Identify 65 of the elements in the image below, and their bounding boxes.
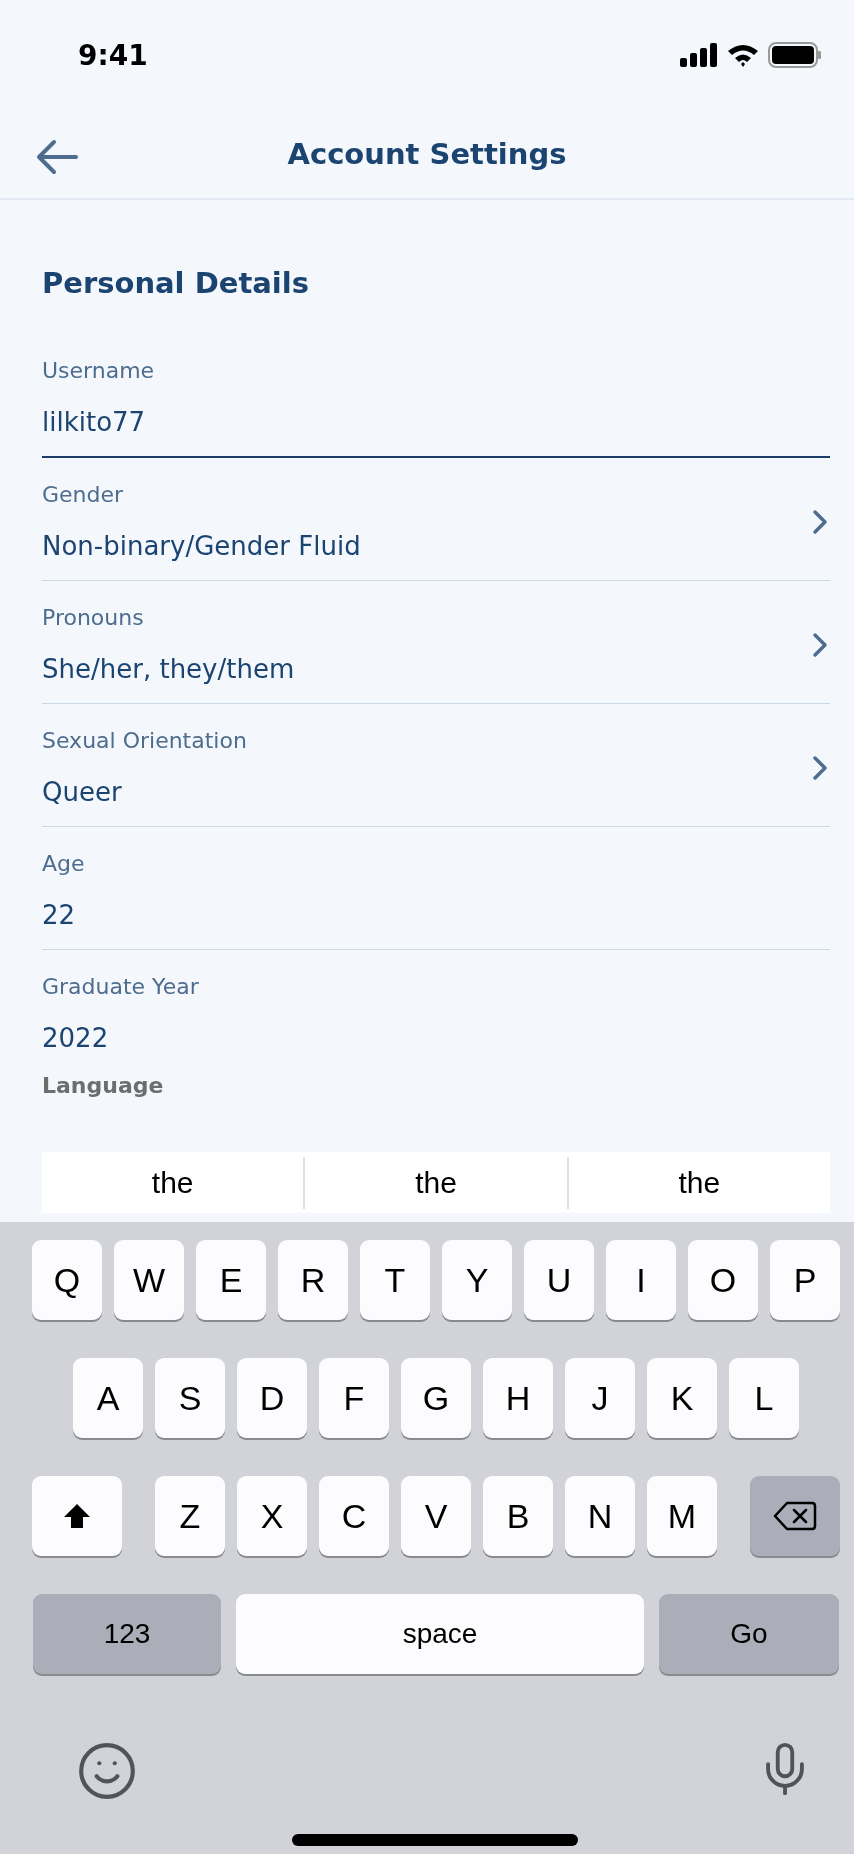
key[interactable]: I xyxy=(606,1240,676,1320)
key[interactable]: D xyxy=(237,1358,307,1438)
key[interactable]: F xyxy=(319,1358,389,1438)
key[interactable]: X xyxy=(237,1476,307,1556)
field-value: lilkito77 xyxy=(42,407,146,437)
section-title: Personal Details xyxy=(42,266,309,300)
field-label: Sexual Orientation xyxy=(42,728,247,753)
numbers-key[interactable]: 123 xyxy=(33,1594,221,1674)
field-value: 22 xyxy=(42,900,76,930)
chevron-right-icon xyxy=(812,508,828,535)
chevron-right-icon xyxy=(812,754,828,781)
key[interactable]: V xyxy=(401,1476,471,1556)
field-label: Username xyxy=(42,358,155,383)
key[interactable]: C xyxy=(319,1476,389,1556)
battery-icon xyxy=(768,42,822,68)
key[interactable]: H xyxy=(483,1358,553,1438)
wifi-icon xyxy=(726,42,760,68)
key[interactable]: M xyxy=(647,1476,717,1556)
field-value: 2022 xyxy=(42,1023,109,1053)
field-label: Graduate Year xyxy=(42,974,199,999)
key[interactable]: Z xyxy=(155,1476,225,1556)
shift-arrow-icon xyxy=(62,1501,92,1531)
settings-row[interactable]: Username lilkito77 xyxy=(42,334,830,458)
key[interactable]: O xyxy=(688,1240,758,1320)
shift-key[interactable] xyxy=(32,1476,122,1556)
key[interactable]: L xyxy=(729,1358,799,1438)
settings-row[interactable]: Graduate Year 2022 xyxy=(42,950,830,1073)
field-label: Language xyxy=(42,1073,164,1098)
status-time: 9:41 xyxy=(78,38,148,72)
field-value: Non-binary/Gender Fluid xyxy=(42,531,361,561)
key[interactable]: R xyxy=(278,1240,348,1320)
screen-title: Account Settings xyxy=(287,137,567,171)
key[interactable]: N xyxy=(565,1476,635,1556)
key[interactable]: Q xyxy=(32,1240,102,1320)
space-key[interactable]: space xyxy=(236,1594,644,1674)
emoji-icon[interactable] xyxy=(76,1740,138,1802)
key[interactable]: E xyxy=(196,1240,266,1320)
key[interactable]: W xyxy=(114,1240,184,1320)
settings-row[interactable]: Sexual Orientation Queer xyxy=(42,704,830,827)
field-value: Queer xyxy=(42,777,122,807)
suggestion-word[interactable]: the xyxy=(42,1156,304,1209)
chevron-right-icon xyxy=(812,631,828,658)
key[interactable]: A xyxy=(73,1358,143,1438)
field-label: Gender xyxy=(42,482,124,507)
key[interactable]: B xyxy=(483,1476,553,1556)
key[interactable]: S xyxy=(155,1358,225,1438)
field-label: Age xyxy=(42,851,85,876)
key[interactable]: G xyxy=(401,1358,471,1438)
backspace-icon xyxy=(773,1500,817,1532)
field-value: She/her, they/them xyxy=(42,654,295,684)
suggestion-word[interactable]: the xyxy=(303,1156,567,1209)
signal-icon xyxy=(680,43,718,67)
field-label: Pronouns xyxy=(42,605,144,630)
suggestion-word[interactable]: the xyxy=(566,1156,830,1209)
key[interactable]: J xyxy=(565,1358,635,1438)
go-key[interactable]: Go xyxy=(659,1594,839,1674)
key[interactable]: K xyxy=(647,1358,717,1438)
settings-row[interactable]: Gender Non-binary/Gender Fluid xyxy=(42,458,830,581)
key[interactable]: Y xyxy=(442,1240,512,1320)
key[interactable]: T xyxy=(360,1240,430,1320)
backspace-key[interactable] xyxy=(750,1476,840,1556)
key[interactable]: P xyxy=(770,1240,840,1320)
settings-row[interactable]: Age 22 xyxy=(42,827,830,950)
settings-row[interactable]: Pronouns She/her, they/them xyxy=(42,581,830,704)
key[interactable]: U xyxy=(524,1240,594,1320)
